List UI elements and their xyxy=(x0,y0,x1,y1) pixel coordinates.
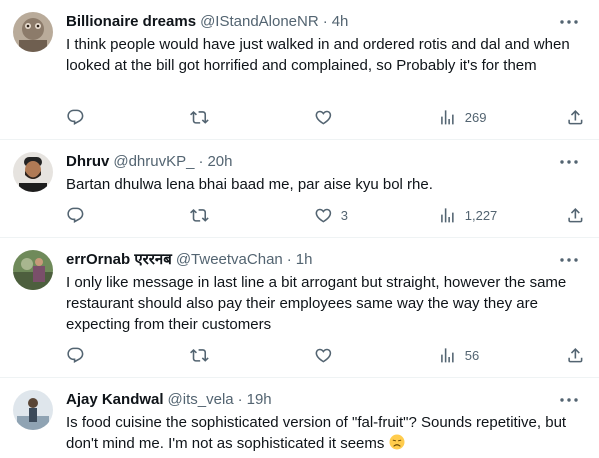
separator-dot: · xyxy=(198,153,204,170)
tweet-text: Is food cuisine the sophisticated versio… xyxy=(66,412,583,454)
retweet-button[interactable] xyxy=(190,106,217,128)
separator-dot: · xyxy=(237,391,243,408)
action-bar: 269 xyxy=(58,106,585,128)
tweet-text: Bartan dhulwa lena bhai baad me, par ais… xyxy=(66,176,433,193)
tweet-header: Billionaire dreams @IStandAloneNR · 4h xyxy=(66,12,583,32)
tweet-header: Ajay Kandwal @its_vela · 19h xyxy=(66,390,583,410)
timestamp[interactable]: 4h xyxy=(332,12,349,32)
retweet-button[interactable] xyxy=(190,204,217,226)
share-button[interactable] xyxy=(566,106,585,128)
user-handle[interactable]: @TweetvaChan xyxy=(176,250,283,270)
separator-dot: · xyxy=(286,251,292,268)
display-name[interactable]: Billionaire dreams xyxy=(66,12,196,32)
reply-button[interactable] xyxy=(66,344,93,366)
display-name[interactable]: errOrnab एररनब xyxy=(66,250,172,270)
more-options-icon[interactable] xyxy=(557,250,581,270)
user-handle[interactable]: @dhruvKP_ xyxy=(113,152,194,172)
reply-tweet[interactable]: errOrnab एररनब @TweetvaChan · 1h I only … xyxy=(0,238,599,378)
reply-button[interactable] xyxy=(66,106,93,128)
avatar[interactable] xyxy=(13,152,53,192)
action-bar: 3 1,227 xyxy=(58,204,585,226)
share-button[interactable] xyxy=(566,344,585,366)
reply-icon xyxy=(67,207,84,223)
avatar[interactable] xyxy=(13,250,53,290)
analytics-icon xyxy=(441,347,454,363)
share-icon xyxy=(568,109,583,125)
reply-tweet[interactable]: Ajay Kandwal @its_vela · 19h Is food cui… xyxy=(0,378,599,458)
separator-dot: · xyxy=(322,13,328,30)
more-options-icon[interactable] xyxy=(557,390,581,410)
like-button[interactable]: 3 xyxy=(314,204,348,226)
view-count: 1,227 xyxy=(464,207,498,223)
heart-icon xyxy=(315,208,332,223)
tweet-text: I only like message in last line a bit a… xyxy=(66,274,567,333)
analytics-icon xyxy=(441,109,454,125)
reply-icon xyxy=(67,347,84,363)
display-name[interactable]: Dhruv xyxy=(66,152,109,172)
timestamp[interactable]: 19h xyxy=(247,390,272,410)
display-name[interactable]: Ajay Kandwal xyxy=(66,390,164,410)
tweet-header: errOrnab एररनब @TweetvaChan · 1h xyxy=(66,250,583,270)
tweet-header: Dhruv @dhruvKP_ · 20h xyxy=(66,152,583,172)
avatar[interactable] xyxy=(13,12,53,52)
reply-tweet[interactable]: Dhruv @dhruvKP_ · 20h Bartan dhulwa lena… xyxy=(0,140,599,238)
disappointed-face-icon xyxy=(389,434,405,450)
views-button[interactable]: 1,227 xyxy=(438,204,497,226)
view-count: 269 xyxy=(464,109,487,125)
analytics-icon xyxy=(441,207,454,223)
reply-button[interactable] xyxy=(66,204,93,226)
retweet-icon xyxy=(190,110,209,124)
like-button[interactable] xyxy=(314,106,341,128)
heart-icon xyxy=(315,348,332,363)
more-options-icon[interactable] xyxy=(557,12,581,32)
reply-icon xyxy=(67,109,84,125)
share-icon xyxy=(568,207,583,223)
like-count: 3 xyxy=(340,207,348,223)
reply-tweet[interactable]: Billionaire dreams @IStandAloneNR · 4h I… xyxy=(0,0,599,140)
reply-feed: Billionaire dreams @IStandAloneNR · 4h I… xyxy=(0,0,599,458)
retweet-icon xyxy=(190,348,209,362)
action-bar: 56 xyxy=(58,344,585,366)
view-count: 56 xyxy=(464,347,480,363)
more-options-icon[interactable] xyxy=(557,152,581,172)
retweet-button[interactable] xyxy=(190,344,217,366)
avatar[interactable] xyxy=(13,390,53,430)
views-button[interactable]: 56 xyxy=(438,344,479,366)
views-button[interactable]: 269 xyxy=(438,106,486,128)
timestamp[interactable]: 1h xyxy=(296,250,313,270)
share-button[interactable] xyxy=(566,204,585,226)
tweet-text: I think people would have just walked in… xyxy=(66,36,570,74)
heart-icon xyxy=(315,110,332,125)
timestamp[interactable]: 20h xyxy=(207,152,232,172)
retweet-icon xyxy=(190,208,209,222)
user-handle[interactable]: @its_vela xyxy=(168,390,234,410)
tweet-text-content: Is food cuisine the sophisticated versio… xyxy=(66,414,567,452)
user-handle[interactable]: @IStandAloneNR xyxy=(200,12,319,32)
share-icon xyxy=(568,347,583,363)
like-button[interactable] xyxy=(314,344,341,366)
